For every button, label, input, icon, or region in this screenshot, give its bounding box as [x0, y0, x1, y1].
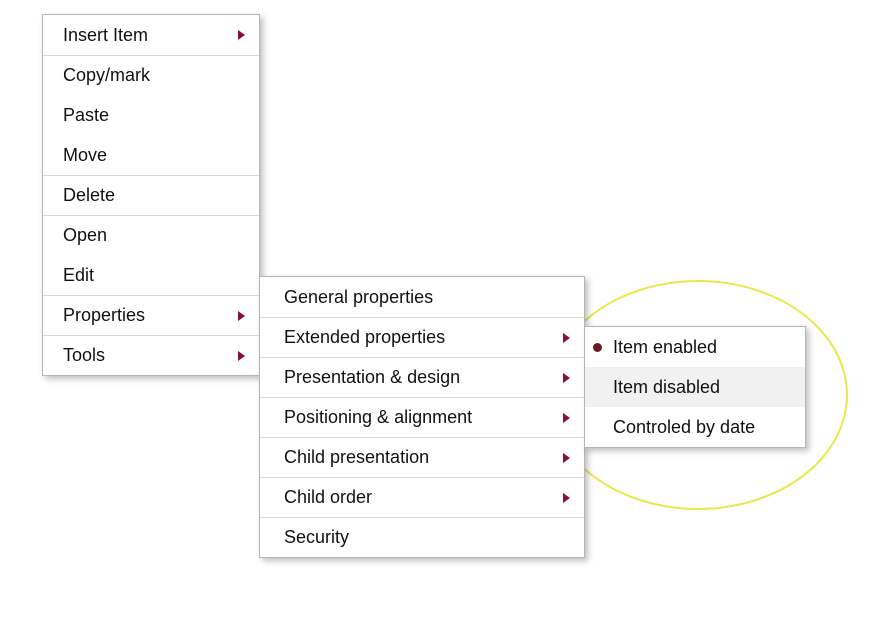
menu-item-tools[interactable]: Tools: [43, 335, 259, 375]
menu-item-label: Edit: [63, 265, 245, 286]
submenu-arrow-icon: [563, 373, 570, 383]
menu-item-label: Tools: [63, 345, 222, 366]
menu-item-delete[interactable]: Delete: [43, 175, 259, 215]
menu-item-label: Positioning & alignment: [284, 407, 547, 428]
menu-item-label: Open: [63, 225, 245, 246]
submenu-arrow-icon: [563, 333, 570, 343]
menu-item-label: Security: [284, 527, 570, 548]
menu-item-presentation-design[interactable]: Presentation & design: [260, 357, 584, 397]
menu-item-label: Insert Item: [63, 25, 222, 46]
menu-item-edit[interactable]: Edit: [43, 255, 259, 295]
menu-item-paste[interactable]: Paste: [43, 95, 259, 135]
menu-item-copy-mark[interactable]: Copy/mark: [43, 55, 259, 95]
menu-item-positioning-alignment[interactable]: Positioning & alignment: [260, 397, 584, 437]
menu-item-label: Child order: [284, 487, 547, 508]
submenu-properties: General properties Extended properties P…: [259, 276, 585, 558]
menu-item-label: Presentation & design: [284, 367, 547, 388]
menu-item-label: Extended properties: [284, 327, 547, 348]
menu-item-label: Controled by date: [613, 417, 785, 438]
menu-item-item-enabled[interactable]: Item enabled: [585, 327, 805, 367]
selected-bullet-icon: [593, 343, 602, 352]
menu-item-label: Move: [63, 145, 245, 166]
submenu-arrow-icon: [563, 413, 570, 423]
menu-item-child-order[interactable]: Child order: [260, 477, 584, 517]
menu-item-child-presentation[interactable]: Child presentation: [260, 437, 584, 477]
menu-item-label: Delete: [63, 185, 245, 206]
submenu-extended-properties: Item enabled Item disabled Controled by …: [584, 326, 806, 448]
menu-item-label: General properties: [284, 287, 570, 308]
menu-item-label: Paste: [63, 105, 245, 126]
menu-item-label: Item disabled: [613, 377, 785, 398]
submenu-arrow-icon: [238, 311, 245, 321]
menu-item-controlled-by-date[interactable]: Controled by date: [585, 407, 805, 447]
menu-item-extended-properties[interactable]: Extended properties: [260, 317, 584, 357]
submenu-arrow-icon: [238, 30, 245, 40]
submenu-arrow-icon: [563, 493, 570, 503]
menu-item-label: Copy/mark: [63, 65, 245, 86]
menu-item-security[interactable]: Security: [260, 517, 584, 557]
menu-item-label: Properties: [63, 305, 222, 326]
menu-item-item-disabled[interactable]: Item disabled: [585, 367, 805, 407]
menu-item-open[interactable]: Open: [43, 215, 259, 255]
menu-item-properties[interactable]: Properties: [43, 295, 259, 335]
menu-item-move[interactable]: Move: [43, 135, 259, 175]
menu-item-general-properties[interactable]: General properties: [260, 277, 584, 317]
menu-item-insert-item[interactable]: Insert Item: [43, 15, 259, 55]
context-menu-main: Insert Item Copy/mark Paste Move Delete …: [42, 14, 260, 376]
menu-item-label: Child presentation: [284, 447, 547, 468]
submenu-arrow-icon: [563, 453, 570, 463]
submenu-arrow-icon: [238, 351, 245, 361]
menu-item-label: Item enabled: [613, 337, 785, 358]
